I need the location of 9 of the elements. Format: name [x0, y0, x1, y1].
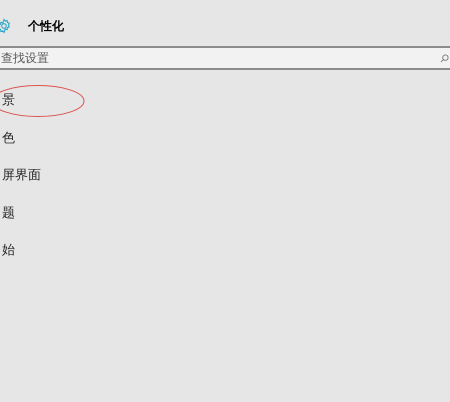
nav-item[interactable]: 屏界面	[0, 166, 41, 186]
nav-item[interactable]: 色	[0, 128, 15, 148]
settings-icon	[0, 18, 12, 34]
search-icon	[440, 54, 449, 62]
page-title: 个性化	[28, 18, 64, 35]
nav-item[interactable]: 景	[0, 91, 15, 110]
nav-item[interactable]: 题	[0, 204, 15, 223]
nav-item[interactable]: 始	[0, 241, 15, 260]
search-field[interactable]: 查找设置	[0, 46, 450, 70]
